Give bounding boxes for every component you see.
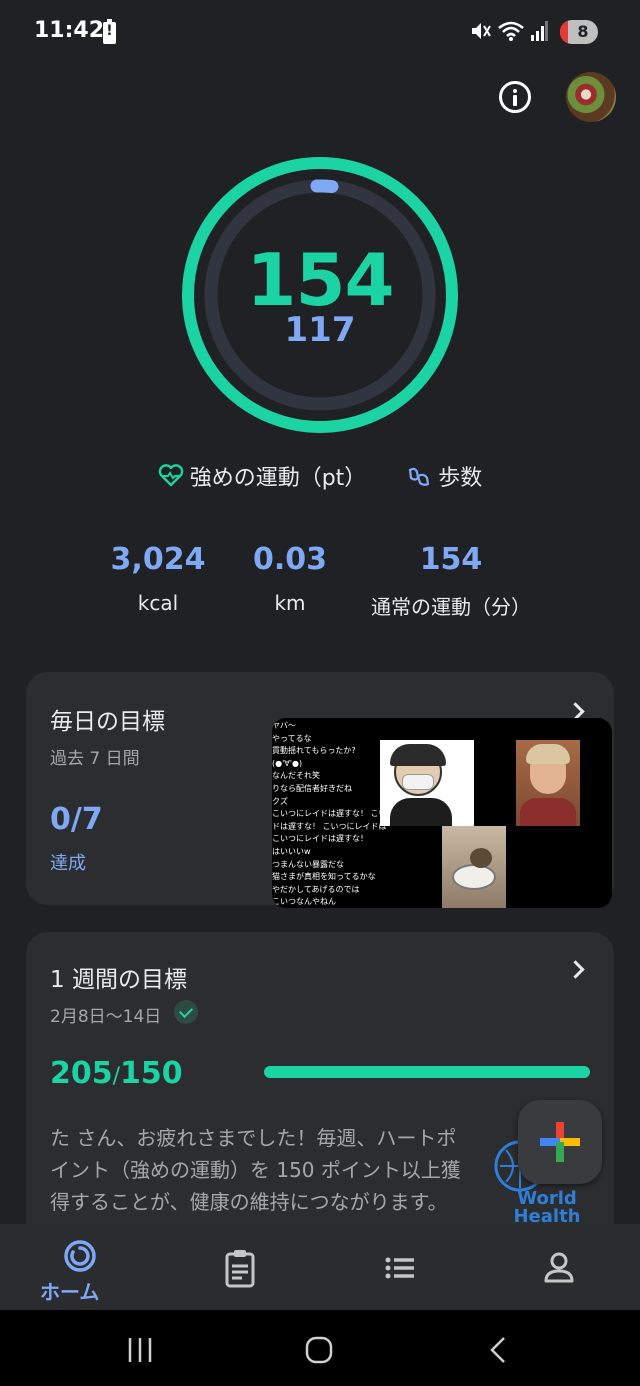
battery-alert-icon: ! — [103, 19, 116, 44]
heart-icon — [158, 464, 183, 487]
recents-icon[interactable] — [124, 1336, 156, 1364]
stat-distance-value: 0.03 — [252, 542, 328, 577]
daily-goal-status: 達成 — [50, 853, 86, 874]
status-bar: 11:42 ! 8 — [0, 0, 640, 64]
system-nav-bar — [0, 1310, 640, 1386]
weekly-goal-progress-bar — [264, 1066, 590, 1078]
back-icon[interactable] — [486, 1334, 510, 1366]
chat-line: やってるな — [272, 733, 312, 743]
chat-line: ドは遅すな！ こいつにレイドは — [272, 821, 387, 831]
battery-icon: 8 — [560, 20, 598, 44]
chat-line: 猫さまが真相を知ってるかな — [272, 872, 376, 882]
weekly-goal-card[interactable]: 1 週間の目標 2月8日〜14日 205/150 た さん、お疲れさまでした！毎… — [26, 932, 623, 1252]
ring-legend: 強めの運動（pt） 歩数 — [0, 460, 640, 492]
video-overlay[interactable]: ヤバ～ やってるな貫動揺れてもらったか? (●'∀'●) なんだそれ笑りなら配信者好き… — [272, 718, 612, 908]
video-thumbnail-person — [516, 740, 580, 826]
wifi-icon — [498, 21, 524, 41]
weekly-goal-current: 205 — [50, 1056, 113, 1091]
bottom-nav: ホーム — [0, 1224, 640, 1310]
chat-line: こいつにレイドは遅すな！ — [272, 834, 368, 844]
weekly-goal-target: 150 — [120, 1056, 183, 1091]
weekly-goal-message: た さん、お疲れさまでした！毎週、ハートポイント（強めの運動）を 150 ポイン… — [50, 1126, 461, 1214]
daily-goal-subtitle: 過去 7 日間 — [50, 749, 140, 769]
chat-line: ヤバ～ — [272, 721, 296, 730]
video-thumbnail-cat — [442, 826, 506, 908]
chat-line: やだかしてあげるのでは — [272, 884, 360, 894]
stat-calories-value: 3,024 — [110, 542, 206, 577]
home-circle-icon[interactable] — [303, 1334, 335, 1366]
chat-line: なんだそれ笑 — [272, 771, 320, 781]
signal-icon — [531, 21, 548, 41]
legend-steps-label: 歩数 — [438, 466, 483, 491]
daily-goal-value: 0/7 — [50, 802, 103, 837]
stat-move-minutes-label: 通常の運動（分） — [371, 595, 531, 619]
nav-journal[interactable] — [208, 1238, 272, 1302]
nav-profile[interactable] — [527, 1238, 591, 1302]
info-icon[interactable] — [499, 81, 531, 113]
daily-goal-title: 毎日の目標 — [50, 709, 165, 735]
chat-line: つまんない暴露だな — [272, 859, 344, 869]
status-time: 11:42 — [34, 18, 105, 43]
stat-move-minutes: 154 通常の運動（分） — [356, 542, 546, 620]
status-icons — [470, 20, 548, 42]
profile-icon — [544, 1252, 574, 1283]
chat-line: こいつにレイドは遅すな！ こいつに — [272, 809, 403, 819]
chat-list: ヤバ～ やってるな貫動揺れてもらったか? (●'∀'●) なんだそれ笑りなら配信者好き… — [272, 720, 403, 908]
chat-line: クズ — [272, 796, 288, 806]
chat-line: こいつなんやねん — [272, 897, 336, 907]
steps-icon — [409, 467, 430, 486]
legend-heart-label: 強めの運動（pt） — [189, 466, 367, 491]
chevron-right-icon — [566, 960, 585, 979]
stat-calories: 3,024 kcal — [108, 542, 208, 615]
stat-distance: 0.03 km — [240, 542, 340, 615]
stat-calories-label: kcal — [137, 591, 179, 615]
video-thumbnail-avatar — [380, 740, 474, 826]
chat-line: (●'∀'●) — [272, 758, 303, 768]
avatar[interactable] — [566, 72, 616, 122]
browse-icon — [385, 1257, 414, 1279]
weekly-goal-value: 205/150 — [50, 1056, 183, 1091]
stat-move-minutes-value: 154 — [419, 542, 483, 577]
chat-line: はいいいw — [272, 846, 311, 856]
nav-browse[interactable] — [368, 1238, 432, 1302]
legend-heart-points: 強めの運動（pt） — [158, 460, 367, 492]
add-button[interactable] — [518, 1100, 602, 1184]
stat-distance-label: km — [274, 591, 306, 615]
chat-line: 貫動揺れてもらったか? — [272, 746, 356, 756]
weekly-goal-date-range: 2月8日〜14日 — [50, 1007, 162, 1027]
mute-icon — [472, 23, 491, 39]
check-icon — [174, 1000, 198, 1024]
weekly-goal-separator: / — [112, 1064, 121, 1089]
legend-steps: 歩数 — [406, 460, 482, 492]
steps-ring-progress — [310, 179, 339, 194]
journal-icon — [225, 1250, 255, 1288]
weekly-goal-title: 1 週間の目標 — [50, 967, 187, 993]
nav-home-label: ホーム — [40, 1280, 100, 1304]
steps-value: 117 — [284, 310, 356, 350]
plus-icon — [540, 1122, 580, 1162]
chat-line: りなら配信者好きだね — [272, 783, 352, 793]
